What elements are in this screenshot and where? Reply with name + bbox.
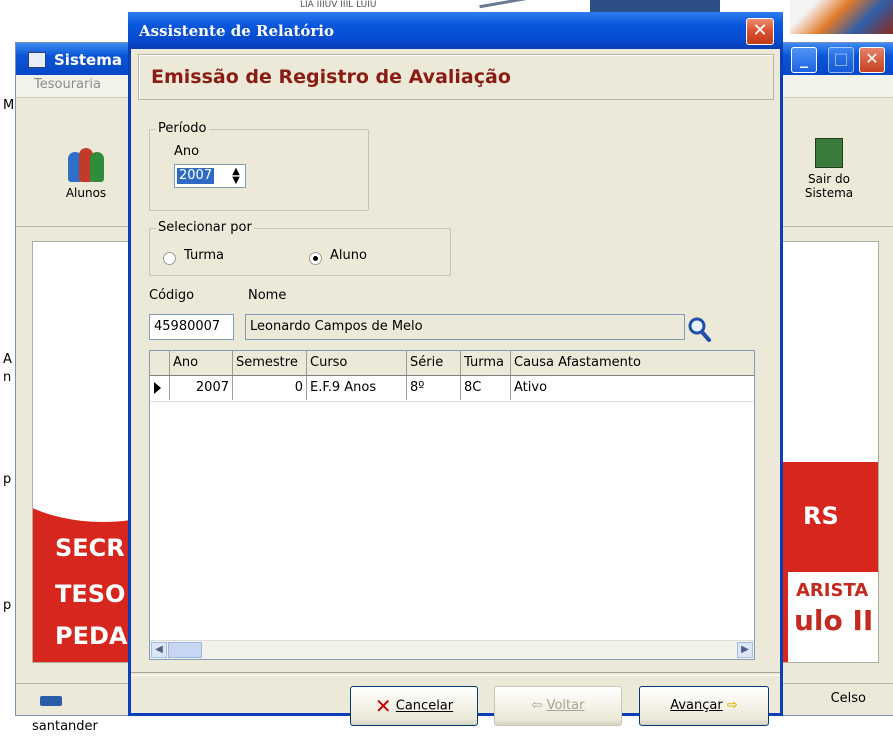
back-button[interactable]: ⇦ Voltar bbox=[494, 686, 622, 726]
scroll-left-button[interactable]: ◀ bbox=[151, 642, 167, 658]
dialog-header-title: Emissão de Registro de Avaliação bbox=[151, 66, 511, 88]
col-header-ano[interactable]: Ano bbox=[170, 351, 233, 375]
cancel-button[interactable]: ✕ Cancelar bbox=[350, 686, 478, 726]
left-mark-1: M bbox=[3, 98, 15, 113]
cell-ano[interactable]: 2007 bbox=[170, 376, 233, 400]
next-button[interactable]: Avançar ⇨ bbox=[639, 686, 769, 726]
selecionar-legend: Selecionar por bbox=[156, 220, 254, 235]
cell-curso[interactable]: E.F.9 Anos bbox=[307, 376, 407, 400]
nome-field[interactable]: Leonardo Campos de Melo bbox=[245, 314, 685, 340]
left-mark-2: A bbox=[3, 352, 12, 367]
dialog-title: Assistente de Relatório bbox=[139, 22, 334, 40]
banner-right-panel: ARISTA ulo II bbox=[788, 572, 878, 662]
cell-turma[interactable]: 8C bbox=[461, 376, 511, 400]
toolbar-alunos-label: Alunos bbox=[65, 186, 107, 200]
banner-right-2: ARISTA bbox=[796, 580, 869, 601]
periodo-legend: Período bbox=[156, 121, 209, 136]
left-mark-3: n bbox=[3, 370, 12, 385]
left-mark-5: p bbox=[3, 598, 12, 613]
banner-line-3: PEDA bbox=[55, 622, 128, 650]
nome-label: Nome bbox=[248, 288, 287, 303]
search-icon[interactable] bbox=[687, 316, 711, 342]
left-mark-4: p bbox=[3, 472, 12, 487]
status-user: Celso bbox=[830, 691, 866, 706]
exit-door-icon bbox=[815, 138, 843, 168]
results-grid[interactable]: Ano Semestre Curso Série Turma Causa Afa… bbox=[149, 350, 755, 660]
grid-corner bbox=[150, 351, 170, 375]
radio-turma-label[interactable]: Turma bbox=[184, 248, 224, 263]
codigo-label: Código bbox=[149, 288, 195, 303]
cancel-x-icon: ✕ bbox=[374, 694, 392, 718]
close-icon: ✕ bbox=[865, 49, 879, 68]
students-icon bbox=[68, 138, 104, 182]
grid-header: Ano Semestre Curso Série Turma Causa Afa… bbox=[150, 351, 754, 376]
col-header-serie[interactable]: Série bbox=[407, 351, 461, 375]
radio-aluno[interactable] bbox=[309, 252, 322, 265]
maximize-button[interactable]: □ bbox=[828, 47, 854, 73]
scroll-right-button[interactable]: ▶ bbox=[737, 642, 753, 658]
horizontal-scrollbar[interactable]: ◀ ▶ bbox=[150, 640, 754, 659]
menu-item-tesouraria[interactable]: Tesouraria bbox=[34, 77, 101, 92]
banner-line-1: SECR bbox=[55, 534, 125, 562]
codigo-field[interactable]: 45980007 bbox=[149, 314, 234, 340]
ano-label: Ano bbox=[174, 144, 200, 159]
toolbar-sair-label-1: Sair do bbox=[807, 172, 850, 186]
col-header-semestre[interactable]: Semestre bbox=[233, 351, 307, 375]
santander-desktop-label[interactable]: santander bbox=[32, 719, 98, 734]
ano-spinner[interactable]: 2007 ▲ ▼ bbox=[174, 164, 246, 188]
close-button[interactable]: ✕ bbox=[859, 47, 885, 73]
scroll-thumb[interactable] bbox=[168, 642, 202, 658]
back-arrow-icon: ⇦ bbox=[531, 698, 543, 713]
back-label: Voltar bbox=[546, 698, 585, 713]
report-wizard-dialog: Assistente de Relatório ✕ Emissão de Reg… bbox=[128, 12, 783, 726]
background-picture-right bbox=[790, 0, 893, 34]
row-pointer-icon bbox=[154, 382, 161, 394]
toolbar-sair-label-2: Sistema bbox=[804, 186, 854, 200]
cell-semestre[interactable]: 0 bbox=[233, 376, 307, 400]
radio-turma[interactable] bbox=[163, 252, 176, 265]
toolbar-alunos-button[interactable]: Alunos bbox=[56, 138, 116, 200]
minimize-button[interactable]: _ bbox=[791, 47, 817, 73]
app-window-icon bbox=[28, 52, 46, 68]
dialog-close-button[interactable]: ✕ bbox=[746, 18, 774, 45]
dialog-header-panel: Emissão de Registro de Avaliação bbox=[138, 54, 774, 100]
ano-value[interactable]: 2007 bbox=[177, 168, 215, 184]
banner-right-3: ulo II bbox=[794, 604, 874, 637]
col-header-turma[interactable]: Turma bbox=[461, 351, 511, 375]
background-window-title: Sistema bbox=[54, 51, 122, 69]
toolbar-sair-button[interactable]: Sair do Sistema bbox=[804, 138, 854, 200]
radio-aluno-label[interactable]: Aluno bbox=[330, 248, 367, 263]
col-header-curso[interactable]: Curso bbox=[307, 351, 407, 375]
col-header-causa[interactable]: Causa Afastamento bbox=[511, 351, 754, 375]
cancel-label: Cancelar bbox=[395, 698, 454, 714]
spin-updown-icon[interactable]: ▲ ▼ bbox=[229, 167, 243, 186]
banner-right-1: RS bbox=[803, 502, 839, 530]
cell-causa[interactable]: Ativo bbox=[511, 376, 754, 400]
close-icon: ✕ bbox=[752, 20, 768, 41]
next-arrow-icon: ⇨ bbox=[726, 698, 738, 713]
table-row[interactable]: 2007 0 E.F.9 Anos 8º 8C Ativo bbox=[150, 376, 754, 402]
dialog-title-bar[interactable]: Assistente de Relatório ✕ bbox=[128, 12, 783, 49]
maximize-icon: □ bbox=[833, 49, 849, 68]
next-label: Avançar bbox=[670, 698, 723, 713]
row-indicator bbox=[150, 376, 170, 400]
footer-separator bbox=[131, 672, 780, 676]
cell-serie[interactable]: 8º bbox=[407, 376, 461, 400]
banner-line-2: TESO bbox=[55, 580, 126, 608]
minimize-icon: _ bbox=[800, 49, 808, 68]
santander-desktop-icon[interactable] bbox=[40, 696, 62, 706]
